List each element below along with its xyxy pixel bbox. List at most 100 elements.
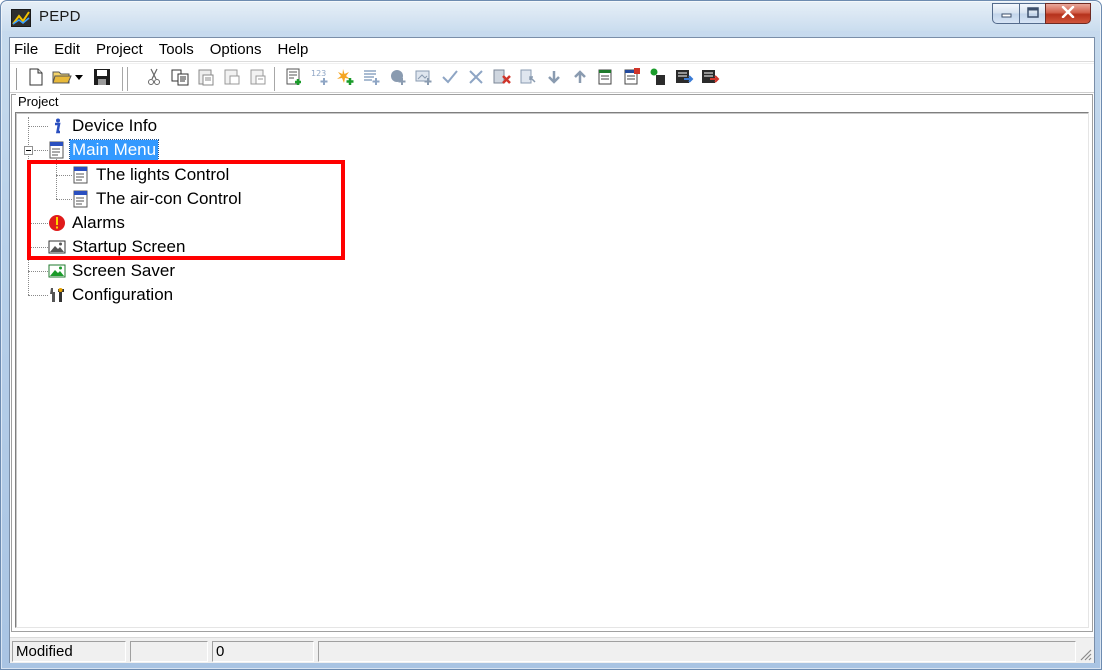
menu-red-button[interactable] [620, 67, 644, 91]
menu-project[interactable]: Project [88, 38, 151, 62]
paste-item-button[interactable] [246, 67, 270, 91]
paste-icon [196, 67, 216, 91]
menu-file[interactable]: File [10, 38, 46, 62]
move-icon [518, 67, 538, 91]
tree-item-label: Startup Screen [72, 237, 186, 256]
add-alarm-icon [388, 67, 408, 91]
cross-icon [466, 67, 486, 91]
tree-line [28, 223, 48, 224]
project-group-label: Project [16, 94, 61, 109]
tree-item-alarms[interactable]: Alarms [48, 212, 127, 234]
pepd-app-icon [11, 9, 31, 27]
cut-icon [144, 67, 164, 91]
check-icon [440, 67, 460, 91]
image-icon [48, 238, 66, 256]
menu-page-icon [72, 190, 90, 208]
delete-icon [492, 67, 512, 91]
minimize-button[interactable] [992, 3, 1019, 24]
paste-item-icon [248, 67, 268, 91]
toolbar: 123 [10, 63, 1094, 93]
tree-line [34, 150, 48, 151]
menu-item-icon [596, 67, 616, 91]
tree-item-label: Configuration [72, 285, 174, 304]
reject-button[interactable] [464, 67, 488, 91]
copy-button[interactable] [168, 67, 192, 91]
add-number-icon: 123 [310, 67, 330, 91]
tree-item-startup-screen[interactable]: Startup Screen [48, 236, 187, 258]
export-icon [674, 67, 694, 91]
status-count: 0 [212, 641, 314, 662]
status-text: Modified [12, 641, 126, 662]
add-screen-button[interactable] [412, 67, 436, 91]
tree-item-label: The lights Control [96, 165, 230, 184]
collapse-toggle[interactable] [24, 146, 33, 155]
menu-options[interactable]: Options [202, 38, 270, 62]
tree-line [28, 271, 48, 272]
add-action-icon [336, 67, 356, 91]
new-file-icon [26, 67, 46, 91]
paste-button[interactable] [194, 67, 218, 91]
copy-icon [170, 67, 190, 91]
tools-icon [48, 286, 66, 304]
add-number-button[interactable]: 123 [308, 67, 332, 91]
tree-line [28, 126, 48, 127]
toolbar-grip[interactable] [14, 68, 17, 90]
cut-button[interactable] [142, 67, 166, 91]
add-menu-button[interactable] [282, 67, 306, 91]
open-button[interactable] [50, 67, 74, 91]
tree-line [56, 159, 57, 199]
menu-item-button[interactable] [594, 67, 618, 91]
export-button[interactable] [672, 67, 696, 91]
tree-line [28, 117, 29, 295]
paste-special-icon [222, 67, 242, 91]
window-title: PEPD [39, 8, 81, 25]
tree-item-screen-saver[interactable]: Screen Saver [48, 260, 177, 282]
tree-item-device-info[interactable]: Device Info [48, 115, 159, 137]
tree-item-main-menu[interactable]: Main Menu [48, 139, 160, 161]
add-action-button[interactable] [334, 67, 358, 91]
save-icon [92, 67, 112, 91]
dropdown-arrow-icon [74, 67, 84, 91]
accept-button[interactable] [438, 67, 462, 91]
tree-item-label: Screen Saver [72, 261, 175, 280]
close-icon [1061, 5, 1075, 22]
delete-button[interactable] [490, 67, 514, 91]
open-dropdown-button[interactable] [72, 67, 86, 91]
svg-text:123: 123 [311, 69, 326, 78]
menu-bar: File Edit Project Tools Options Help [10, 38, 1094, 62]
menu-help[interactable]: Help [269, 38, 316, 62]
tree-item-configuration[interactable]: Configuration [48, 284, 175, 306]
tree-item-label: Main Menu [68, 139, 160, 161]
close-button[interactable] [1045, 3, 1091, 24]
menu-tools[interactable]: Tools [151, 38, 202, 62]
add-list-button[interactable] [360, 67, 384, 91]
import-button[interactable] [698, 67, 722, 91]
move-button[interactable] [516, 67, 540, 91]
add-alarm-button[interactable] [386, 67, 410, 91]
save-button[interactable] [90, 67, 114, 91]
open-folder-icon [52, 67, 72, 91]
toolbar-separator [122, 67, 126, 91]
alarm-icon [48, 214, 66, 232]
menu-page-icon [48, 141, 66, 159]
status-bar: Modified 0 [10, 637, 1094, 663]
import-icon [700, 67, 720, 91]
menu-green-button[interactable] [646, 67, 670, 91]
resize-grip-icon[interactable] [1079, 648, 1092, 661]
tree-item-aircon-control[interactable]: The air-con Control [72, 188, 244, 210]
menu-edit[interactable]: Edit [46, 38, 88, 62]
paste-special-button[interactable] [220, 67, 244, 91]
client-area: File Edit Project Tools Options Help 123… [9, 37, 1095, 663]
maximize-button[interactable] [1019, 3, 1045, 24]
project-tree[interactable]: Device Info Main Menu The lights Control [15, 112, 1089, 628]
tree-item-label: Device Info [72, 116, 158, 135]
toolbar-separator [274, 67, 278, 91]
move-down-button[interactable] [542, 67, 566, 91]
move-down-icon [544, 67, 564, 91]
tree-item-lights-control[interactable]: The lights Control [72, 164, 231, 186]
new-file-button[interactable] [24, 67, 48, 91]
maximize-icon [1026, 5, 1039, 22]
title-bar[interactable]: PEPD [1, 1, 1101, 37]
tree-item-label: The air-con Control [96, 189, 242, 208]
move-up-button[interactable] [568, 67, 592, 91]
